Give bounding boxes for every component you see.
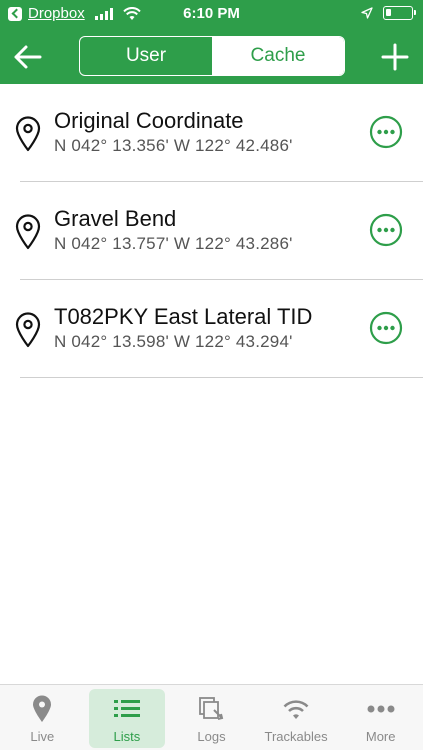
add-plus-icon[interactable]	[377, 39, 413, 75]
tab-label: Lists	[113, 729, 141, 744]
waypoint-coordinates: N 042° 13.598' W 122° 43.294'	[54, 332, 293, 351]
more-options-icon[interactable]	[369, 115, 403, 149]
tab-label: Trackables	[264, 729, 328, 744]
map-pin-icon	[15, 116, 41, 152]
waypoint-list: Original Coordinate N 042° 13.356' W 122…	[0, 84, 423, 378]
more-icon	[367, 705, 395, 713]
tab-label: More	[365, 729, 396, 744]
waypoint-title: Gravel Bend	[54, 206, 177, 231]
waypoint-coordinates: N 042° 13.356' W 122° 42.486'	[54, 136, 293, 155]
tab-lists[interactable]: Lists	[85, 685, 170, 750]
waypoint-title: T082PKY East Lateral TID	[54, 304, 313, 329]
segment-user[interactable]: User	[80, 37, 212, 75]
logs-icon	[199, 697, 224, 720]
tab-logs[interactable]: Logs	[169, 685, 254, 750]
back-arrow-icon[interactable]	[10, 39, 46, 75]
status-time: 6:10 PM	[183, 5, 240, 22]
status-right	[361, 6, 416, 20]
status-bar: Dropbox 6:10 PM	[0, 0, 423, 30]
tab-more[interactable]: More	[338, 685, 423, 750]
more-options-icon[interactable]	[369, 311, 403, 345]
tab-live[interactable]: Live	[0, 685, 85, 750]
list-icon	[113, 700, 140, 717]
tab-trackables[interactable]: Trackables	[254, 685, 339, 750]
segment-cache[interactable]: Cache	[212, 37, 344, 75]
tab-label: Logs	[197, 729, 226, 744]
trackables-icon	[283, 700, 309, 719]
waypoint-row[interactable]: Original Coordinate N 042° 13.356' W 122…	[0, 84, 423, 182]
map-pin-icon	[15, 312, 41, 348]
more-options-icon[interactable]	[369, 213, 403, 247]
waypoint-coordinates: N 042° 13.757' W 122° 43.286'	[54, 234, 293, 253]
tab-label: Live	[30, 729, 55, 744]
map-pin-icon	[33, 695, 52, 722]
tab-bar: Live Lists Logs Trackables More	[0, 684, 423, 750]
waypoint-row[interactable]: Gravel Bend N 042° 13.757' W 122° 43.286…	[0, 182, 423, 280]
navigation-bar: User Cache	[0, 30, 423, 84]
map-pin-icon	[15, 214, 41, 250]
row-divider	[20, 377, 423, 378]
location-arrow-icon	[361, 7, 373, 19]
battery-icon	[383, 6, 416, 20]
segmented-control: User Cache	[79, 36, 345, 76]
waypoint-row[interactable]: T082PKY East Lateral TID N 042° 13.598' …	[0, 280, 423, 378]
waypoint-title: Original Coordinate	[54, 108, 244, 133]
